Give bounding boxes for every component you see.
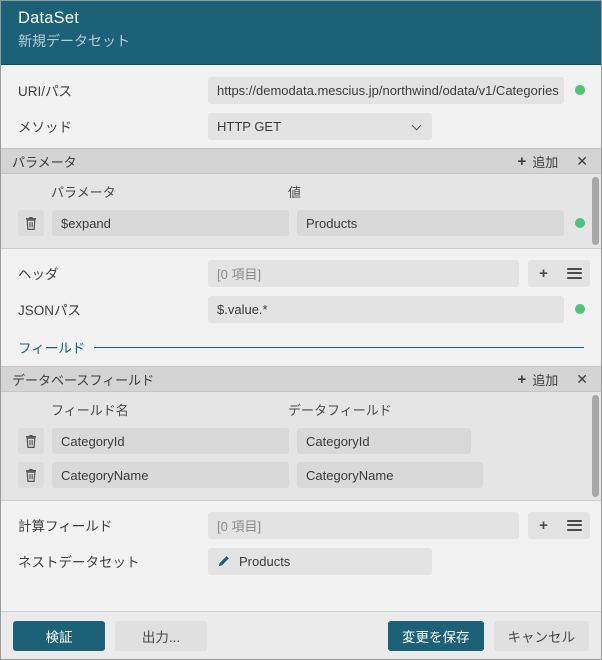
db-fields-scrollbar[interactable] (592, 395, 599, 497)
plus-icon: + (539, 516, 548, 534)
headers-menu-button[interactable] (559, 260, 590, 287)
db-field-status-spacer (482, 436, 585, 446)
trash-icon (26, 434, 36, 448)
uri-input[interactable]: https://demodata.mescius.jp/northwind/od… (208, 76, 564, 104)
close-icon[interactable]: ✕ (574, 372, 590, 386)
parameters-col-name: パラメータ (51, 184, 116, 200)
parameters-scrollbar[interactable] (592, 177, 599, 245)
trash-icon (26, 468, 36, 482)
calc-fields-label: 計算フィールド (18, 519, 113, 534)
parameters-column-headers: パラメータ 値 (1, 174, 601, 208)
calc-fields-value[interactable]: [0 項目] (208, 511, 519, 539)
uri-row: URI/パス https://demodata.mescius.jp/north… (1, 72, 601, 108)
db-field-datafield-input[interactable]: CategoryId (297, 428, 472, 454)
plus-icon: + (517, 152, 527, 170)
db-field-name-input[interactable]: CategoryName (52, 462, 289, 488)
headers-label: ヘッダ (18, 267, 59, 282)
cancel-button[interactable]: キャンセル (493, 620, 589, 651)
chevron-down-icon (413, 121, 423, 131)
nested-dataset-row: ネストデータセット Products (1, 543, 601, 579)
method-select[interactable]: HTTP GET (208, 112, 433, 140)
method-label: メソッド (18, 120, 72, 135)
parameters-panel-body: パラメータ 値 $expand Products (1, 174, 601, 249)
pencil-icon[interactable] (217, 555, 231, 568)
dialog-footer: 検証 出力... 変更を保存 キャンセル (1, 611, 601, 659)
dataset-dialog: DataSet 新規データセット URI/パス https://demodata… (0, 0, 602, 660)
dialog-subtitle: 新規データセット (18, 33, 130, 49)
db-field-delete-button[interactable] (18, 462, 44, 488)
nested-dataset-value[interactable]: Products (208, 547, 432, 575)
plus-icon: + (539, 264, 548, 282)
method-value: HTTP GET (217, 118, 282, 134)
json-path-status-indicator (575, 304, 585, 314)
dialog-body: URI/パス https://demodata.mescius.jp/north… (1, 65, 601, 611)
fields-section-divider: フィールド (1, 327, 601, 366)
parameters-panel-title: パラメータ (12, 154, 77, 170)
db-field-datafield-input[interactable]: CategoryName (297, 462, 484, 488)
calc-fields-buttons: + (528, 511, 590, 539)
parameters-col-value: 値 (288, 184, 302, 200)
close-icon[interactable]: ✕ (574, 154, 590, 168)
uri-label: URI/パス (18, 84, 72, 99)
nested-dataset-status-spacer (443, 556, 585, 566)
db-fields-column-headers: フィールド名 データフィールド (1, 392, 601, 426)
db-fields-add-button[interactable]: + 追加 (517, 370, 558, 389)
json-path-label: JSONパス (18, 303, 82, 318)
db-fields-add-label: 追加 (532, 372, 559, 388)
db-field-status-spacer (494, 470, 585, 480)
dialog-titlebar: DataSet 新規データセット (1, 1, 601, 65)
parameter-name-input[interactable]: $expand (52, 210, 289, 236)
parameters-panel-header: パラメータ + 追加 ✕ (1, 148, 601, 174)
table-row: CategoryName CategoryName (1, 460, 601, 490)
trash-icon (26, 216, 36, 230)
calc-fields-menu-button[interactable] (559, 512, 590, 539)
headers-row: ヘッダ [0 項目] + (1, 255, 601, 291)
table-row: CategoryId CategoryId (1, 426, 601, 456)
db-fields-panel-body: フィールド名 データフィールド CategoryId CategoryId Ca… (1, 392, 601, 501)
plus-icon: + (517, 370, 527, 388)
hamburger-icon (567, 519, 582, 531)
save-button[interactable]: 変更を保存 (388, 620, 484, 651)
dialog-title: DataSet (18, 9, 80, 27)
headers-value[interactable]: [0 項目] (208, 259, 519, 287)
parameters-add-label: 追加 (532, 154, 559, 170)
parameter-delete-button[interactable] (18, 210, 44, 236)
db-fields-col-datafield: データフィールド (288, 402, 392, 418)
nested-dataset-name: Products (239, 553, 291, 569)
validate-button[interactable]: 検証 (13, 620, 105, 651)
parameter-value-input[interactable]: Products (297, 210, 564, 236)
parameter-status-indicator (575, 218, 585, 228)
db-fields-panel-title: データベースフィールド (12, 372, 155, 388)
calc-fields-row: 計算フィールド [0 項目] + (1, 507, 601, 543)
headers-add-button[interactable]: + (528, 260, 559, 287)
db-field-delete-button[interactable] (18, 428, 44, 454)
parameters-panel: パラメータ + 追加 ✕ パラメータ 値 $expand Products (1, 148, 601, 249)
table-row: $expand Products (1, 208, 601, 238)
fields-section-label: フィールド (18, 341, 86, 356)
json-path-row: JSONパス $.value.* (1, 291, 601, 327)
method-status-spacer (443, 121, 585, 131)
db-fields-col-name: フィールド名 (51, 402, 129, 418)
hamburger-icon (567, 267, 582, 279)
db-field-name-input[interactable]: CategoryId (52, 428, 289, 454)
parameters-add-button[interactable]: + 追加 (517, 152, 558, 171)
db-fields-panel: データベースフィールド + 追加 ✕ フィールド名 データフィールド Categ… (1, 366, 601, 501)
divider-line (94, 346, 584, 348)
db-fields-panel-header: データベースフィールド + 追加 ✕ (1, 366, 601, 392)
headers-buttons: + (528, 259, 590, 287)
method-row: メソッド HTTP GET (1, 108, 601, 144)
nested-dataset-label: ネストデータセット (18, 555, 140, 570)
uri-status-indicator (575, 85, 585, 95)
output-button[interactable]: 出力... (115, 620, 207, 651)
calc-fields-add-button[interactable]: + (528, 512, 559, 539)
json-path-input[interactable]: $.value.* (208, 295, 564, 323)
